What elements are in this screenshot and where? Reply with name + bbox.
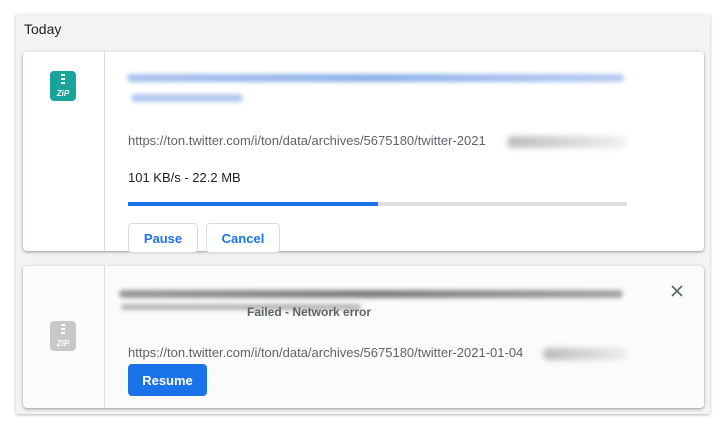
progress-fill [128,202,378,206]
file-name-blurred[interactable] [127,74,624,82]
download-card-active: ZiP https://ton.twitter.com/i/ton/data/a… [23,52,704,253]
url-redaction [543,348,627,360]
cancel-button[interactable]: Cancel [206,223,280,253]
icon-column: ZiP [23,266,105,408]
close-icon[interactable] [670,284,684,298]
zip-file-icon: ZiP [50,321,76,351]
downloads-page: Today ZiP https://ton.twitter.com/i/ton/… [16,14,710,414]
download-card-failed: ZiP Failed - Network error https://ton.t… [23,266,704,408]
zip-file-icon: ZiP [50,71,76,101]
resume-button[interactable]: Resume [128,364,207,396]
icon-column: ZiP [23,52,105,251]
section-title-today: Today [24,21,62,37]
file-name-blurred-2 [131,94,243,102]
url-redaction [507,136,627,148]
download-status: Failed - Network error [247,305,372,319]
pause-button[interactable]: Pause [128,223,198,253]
download-url: https://ton.twitter.com/i/ton/data/archi… [128,133,486,148]
progress-bar [128,202,627,206]
download-speed: 101 KB/s - 22.2 MB [128,170,241,185]
download-url: https://ton.twitter.com/i/ton/data/archi… [128,345,524,360]
file-name-blurred [119,290,623,298]
